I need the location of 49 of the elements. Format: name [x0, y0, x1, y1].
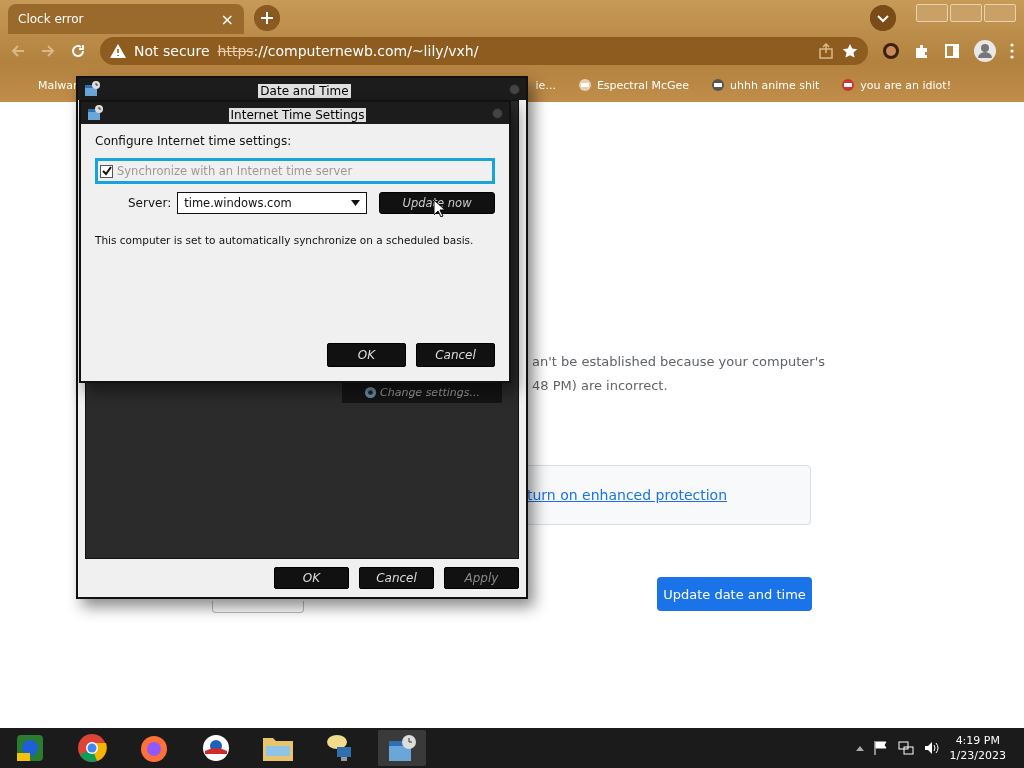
address-bar[interactable]: Not secure https://computernewb.com/~lily/vxh/	[100, 37, 868, 65]
bookmark-icon	[711, 78, 726, 92]
show-hidden-icons[interactable]	[855, 745, 864, 751]
side-panel-icon[interactable]	[944, 43, 960, 59]
error-paragraph: an't be established because your computer's 48 PM) are incorrect.	[532, 353, 825, 395]
tab-search-icon[interactable]	[870, 5, 896, 31]
dialog-button[interactable]: Cancel	[359, 567, 434, 589]
dialog-button[interactable]: OK	[274, 567, 349, 589]
calendar-clock-icon	[87, 105, 103, 121]
window-title: Internet Time Settings	[228, 107, 367, 122]
menu-icon[interactable]	[1010, 43, 1014, 59]
bookmark-icon	[577, 78, 592, 92]
enhanced-protection-link[interactable]: turn on enhanced protection	[527, 487, 728, 503]
section-heading: Configure Internet time settings:	[95, 134, 293, 148]
date-time-taskbar-icon[interactable]	[378, 730, 426, 766]
update-date-time-button[interactable]: Update date and time	[657, 577, 812, 611]
share-icon[interactable]	[818, 43, 834, 59]
url-text: https://computernewb.com/~lily/vxh/	[217, 43, 479, 59]
dialog-button[interactable]: Cancel	[416, 343, 495, 367]
star-icon[interactable]	[842, 43, 858, 59]
change-settings-button[interactable]: Change settings...	[342, 381, 502, 403]
status-text: This computer is set to automatically synchronize on a scheduled basis.	[95, 234, 474, 246]
browser-tab[interactable]: Clock error ×	[8, 4, 244, 34]
bookmark[interactable]: ie...	[535, 78, 556, 92]
bookmark[interactable]: you are an idiot!	[841, 78, 952, 92]
tab-title: Clock error	[18, 12, 84, 26]
puzzle-icon[interactable]	[914, 43, 930, 59]
taskbar-clock[interactable]: 4:19 PM 1/23/2023	[949, 733, 1006, 763]
speaker-icon[interactable]	[923, 741, 940, 755]
new-tab-icon[interactable]	[254, 5, 280, 31]
extension-avatar-icon[interactable]	[882, 42, 900, 60]
server-dropdown[interactable]: time.windows.com	[177, 192, 368, 214]
warning-icon	[110, 44, 126, 58]
bookmark[interactable]: Espectral McGee	[577, 78, 690, 92]
tab-close[interactable]: ×	[220, 9, 234, 29]
reload-icon[interactable]	[70, 43, 86, 59]
dialog-button[interactable]: OK	[327, 343, 406, 367]
bookmark-icon	[841, 78, 856, 92]
gear-icon	[364, 385, 377, 399]
flag-icon[interactable]	[873, 741, 888, 755]
bookmark[interactable]: Malwar	[38, 78, 78, 92]
dropdown-arrow-icon[interactable]	[351, 200, 361, 206]
profile-icon[interactable]	[974, 40, 996, 62]
security-label: Not secure	[134, 43, 210, 59]
window-title: Date and Time	[258, 83, 351, 98]
server-label: Server:	[128, 196, 172, 210]
calendar-clock-icon	[84, 81, 100, 97]
network-icon[interactable]	[897, 741, 914, 755]
bookmark[interactable]: uhhh anime shit	[711, 78, 820, 92]
